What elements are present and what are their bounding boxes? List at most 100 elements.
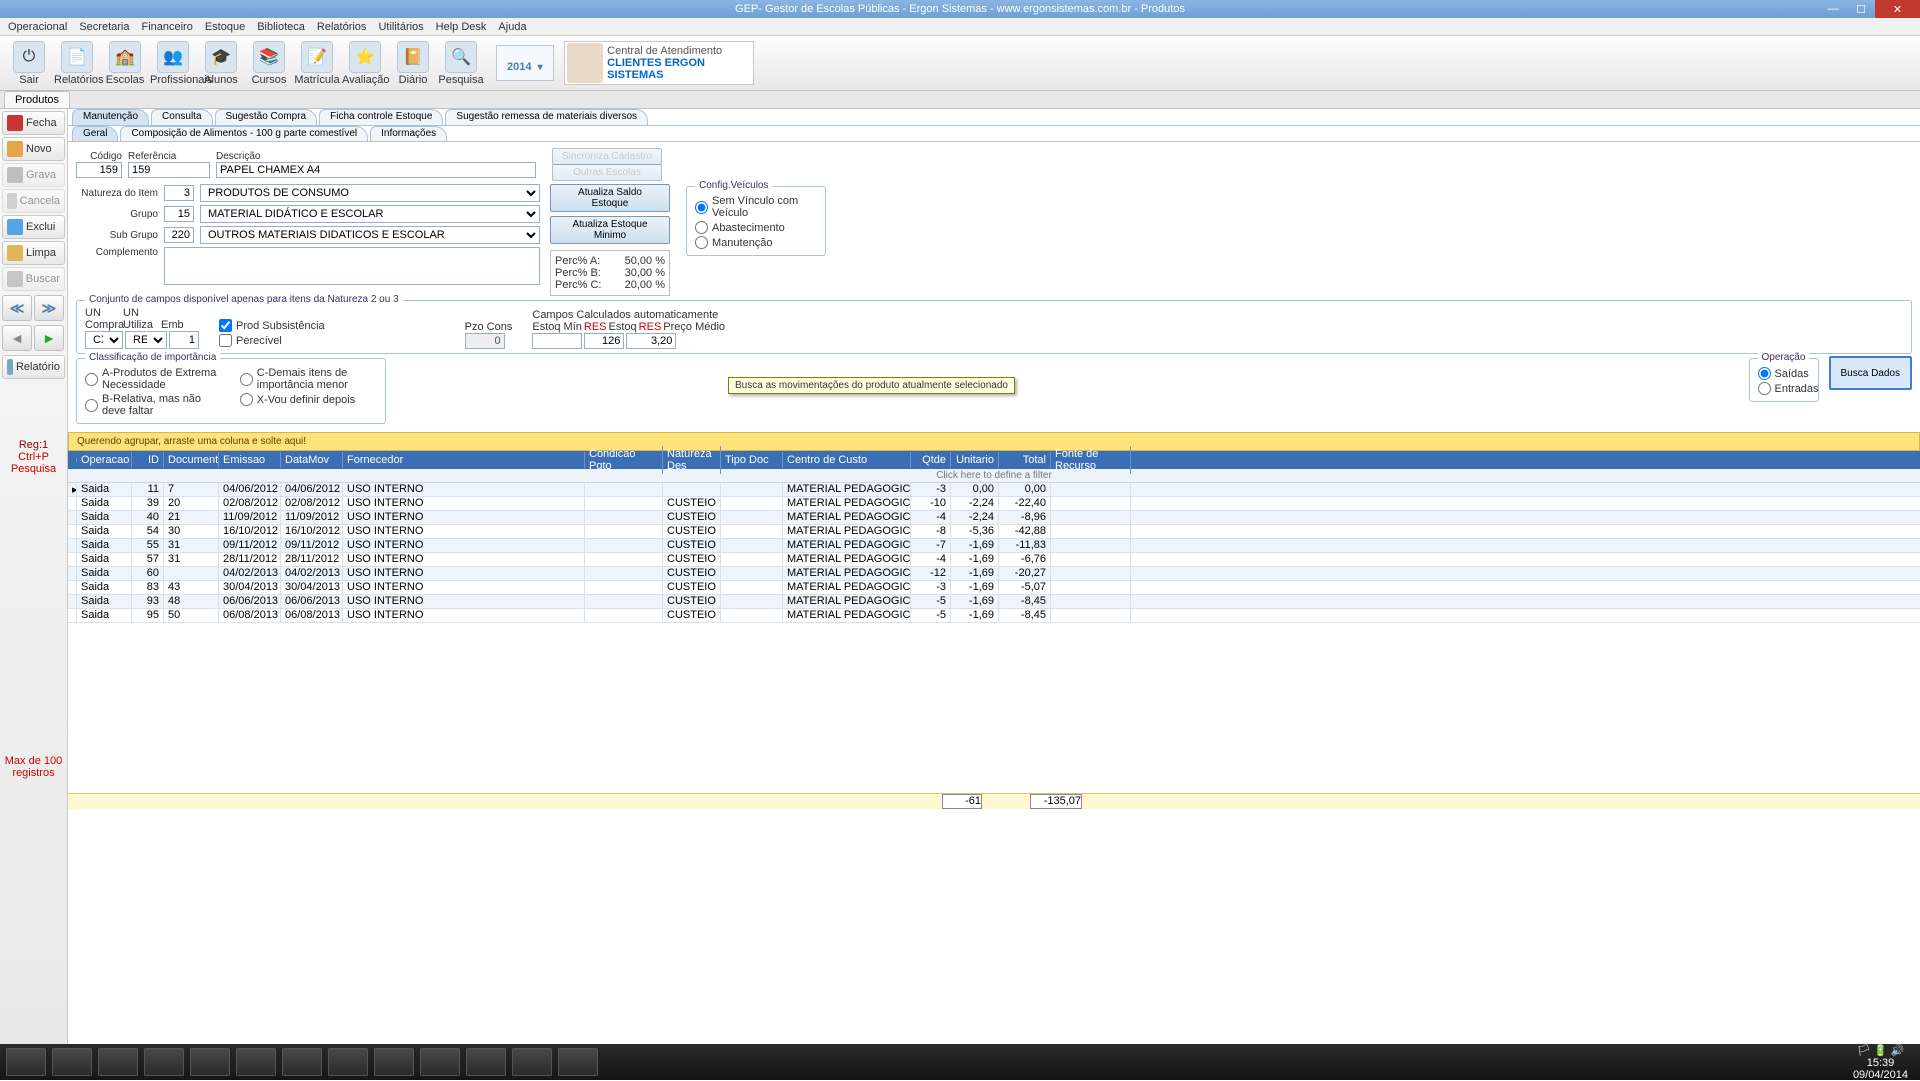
input-estoq-min[interactable]: [532, 333, 582, 349]
tool-diario[interactable]: 📔Diário: [390, 41, 436, 86]
tab-sugestao-compra[interactable]: Sugestão Compra: [215, 109, 318, 125]
btn-atualiza-saldo[interactable]: Atualiza Saldo Estoque: [550, 184, 670, 212]
table-row[interactable]: Saida934806/06/201306/06/2013USO INTERNO…: [68, 595, 1920, 609]
taskbar-excel[interactable]: [374, 1048, 414, 1076]
btn-fecha[interactable]: Fecha: [2, 111, 65, 135]
select-natureza[interactable]: PRODUTOS DE CONSUMO: [200, 184, 540, 202]
tool-avaliacao[interactable]: ⭐Avaliação: [342, 41, 388, 86]
taskbar-teamviewer[interactable]: [52, 1048, 92, 1076]
radio-abastecimento[interactable]: [695, 221, 708, 234]
radio-class-a[interactable]: [85, 373, 98, 386]
radio-sem-vinculo[interactable]: [695, 201, 708, 214]
nav-prev[interactable]: ≪: [2, 295, 32, 321]
tab-ficha-estoque[interactable]: Ficha controle Estoque: [319, 109, 443, 125]
tool-sair[interactable]: ⏻Sair: [6, 41, 52, 86]
taskbar-word[interactable]: [328, 1048, 368, 1076]
taskbar-gep[interactable]: [558, 1048, 598, 1076]
table-row[interactable]: Saida955006/08/201306/08/2013USO INTERNO…: [68, 609, 1920, 623]
select-un-compra[interactable]: CX: [85, 331, 123, 349]
maximize-button[interactable]: ☐: [1847, 0, 1875, 18]
table-row[interactable]: Saida543016/10/201216/10/2012USO INTERNO…: [68, 525, 1920, 539]
menu-biblioteca[interactable]: Biblioteca: [257, 21, 305, 33]
col-centrocusto[interactable]: Centro de Custo: [783, 452, 911, 468]
nav-back[interactable]: ◄: [2, 325, 32, 351]
table-row[interactable]: Saida6004/02/201304/02/2013USO INTERNOCU…: [68, 567, 1920, 581]
table-row[interactable]: Saida834330/04/201330/04/2013USO INTERNO…: [68, 581, 1920, 595]
taskbar-chrome[interactable]: [98, 1048, 138, 1076]
tool-profissionais[interactable]: 👥Profissionais: [150, 41, 196, 86]
taskbar-app5[interactable]: [190, 1048, 230, 1076]
btn-cancela[interactable]: Cancela: [2, 189, 65, 213]
col-qtde[interactable]: Qtde: [911, 452, 951, 468]
btn-grava[interactable]: Grava: [2, 163, 65, 187]
radio-class-c[interactable]: [240, 373, 253, 386]
select-grupo[interactable]: MATERIAL DIDÁTICO E ESCOLAR: [200, 205, 540, 223]
radio-entradas[interactable]: [1758, 382, 1771, 395]
btn-limpa[interactable]: Limpa: [2, 241, 65, 265]
grid-filter-row[interactable]: Click here to define a filter: [68, 469, 1920, 483]
input-preco-medio[interactable]: [626, 333, 676, 349]
tool-matricula[interactable]: 📝Matrícula: [294, 41, 340, 86]
radio-class-b[interactable]: [85, 399, 98, 412]
col-datamov[interactable]: DataMov: [281, 452, 343, 468]
year-selector[interactable]: 2014 ▾: [496, 45, 554, 81]
textarea-complemento[interactable]: [164, 247, 540, 285]
taskbar-app6[interactable]: [236, 1048, 276, 1076]
radio-saidas[interactable]: [1758, 367, 1771, 380]
btn-atualiza-minimo[interactable]: Atualiza Estoque Minimo: [550, 216, 670, 244]
table-row[interactable]: Saida392002/08/201202/08/2012USO INTERNO…: [68, 497, 1920, 511]
chk-prod-subsistencia[interactable]: [219, 319, 232, 332]
tool-escolas[interactable]: 🏫Escolas: [102, 41, 148, 86]
btn-buscar[interactable]: Buscar: [2, 267, 65, 291]
tool-pesquisa[interactable]: 🔍Pesquisa: [438, 41, 484, 86]
system-tray[interactable]: 🏳 🔋 🔊 15:39 09/04/2014: [1853, 1044, 1914, 1081]
chk-perecivel[interactable]: [219, 334, 232, 347]
taskbar-kaspersky[interactable]: [282, 1048, 322, 1076]
tab-sugestao-remessa[interactable]: Sugestão remessa de materiais diversos: [445, 109, 648, 125]
menu-ajuda[interactable]: Ajuda: [498, 21, 526, 33]
minimize-button[interactable]: —: [1819, 0, 1847, 18]
btn-relatorio[interactable]: Relatório: [2, 355, 65, 379]
tool-relatorios[interactable]: 📄Relatórios: [54, 41, 100, 86]
input-grupo-code[interactable]: [164, 206, 194, 222]
btn-exclui[interactable]: Exclui: [2, 215, 65, 239]
table-row[interactable]: Saida402111/09/201211/09/2012USO INTERNO…: [68, 511, 1920, 525]
subtab-composicao[interactable]: Composição de Alimentos - 100 g parte co…: [120, 126, 368, 141]
tool-alunos[interactable]: 🎓Alunos: [198, 41, 244, 86]
col-operacao[interactable]: Operacao: [77, 452, 132, 468]
close-button[interactable]: ✕: [1875, 0, 1920, 18]
input-referencia[interactable]: [128, 162, 210, 178]
col-fornecedor[interactable]: Fornecedor: [343, 452, 585, 468]
group-panel[interactable]: Querendo agrupar, arraste uma coluna e s…: [68, 432, 1920, 451]
taskbar-app12[interactable]: [512, 1048, 552, 1076]
col-id[interactable]: ID: [132, 452, 164, 468]
btn-busca-dados[interactable]: Busca Dados: [1829, 356, 1912, 390]
taskbar-ie[interactable]: [144, 1048, 184, 1076]
col-tipodoc[interactable]: Tipo Doc: [721, 452, 783, 468]
select-un-utiliza[interactable]: RES: [125, 331, 167, 349]
radio-manutencao[interactable]: [695, 236, 708, 249]
tool-cursos[interactable]: 📚Cursos: [246, 41, 292, 86]
select-subgrupo[interactable]: OUTROS MATERIAIS DIDATICOS E ESCOLAR: [200, 226, 540, 244]
table-row[interactable]: Saida573128/11/201228/11/2012USO INTERNO…: [68, 553, 1920, 567]
taskbar-app10[interactable]: [420, 1048, 460, 1076]
col-fonte[interactable]: Fonte de Recurso: [1051, 446, 1131, 474]
btn-novo[interactable]: Novo: [2, 137, 65, 161]
input-estoq[interactable]: [584, 333, 624, 349]
support-banner[interactable]: Central de AtendimentoCLIENTES ERGON SIS…: [564, 41, 754, 85]
nav-play[interactable]: ►: [34, 325, 64, 351]
menu-financeiro[interactable]: Financeiro: [141, 21, 192, 33]
tab-manutencao[interactable]: Manutenção: [72, 109, 149, 125]
menu-helpdesk[interactable]: Help Desk: [436, 21, 487, 33]
input-subgrupo-code[interactable]: [164, 227, 194, 243]
subtab-informacoes[interactable]: Informações: [370, 126, 447, 141]
menu-operacional[interactable]: Operacional: [8, 21, 67, 33]
menu-secretaria[interactable]: Secretaria: [79, 21, 129, 33]
menu-estoque[interactable]: Estoque: [205, 21, 245, 33]
radio-class-x[interactable]: [240, 393, 253, 406]
input-codigo[interactable]: [76, 162, 122, 178]
table-row[interactable]: ▸Saida11704/06/201204/06/2012USO INTERNO…: [68, 483, 1920, 497]
taskbar-app11[interactable]: [466, 1048, 506, 1076]
menu-utilitarios[interactable]: Utilitários: [378, 21, 423, 33]
subtab-geral[interactable]: Geral: [72, 126, 118, 141]
